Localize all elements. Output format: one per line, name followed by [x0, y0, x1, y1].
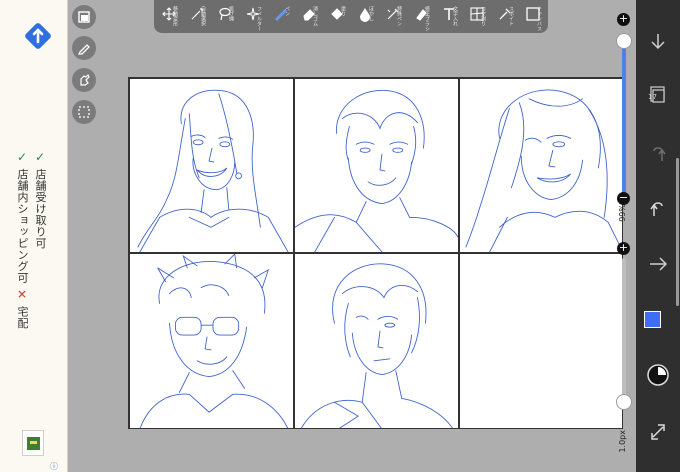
tool-text-button[interactable]: 文字入れ: [440, 2, 458, 32]
sidebar-scrollbar[interactable]: [676, 158, 679, 306]
redo-icon: [653, 147, 666, 161]
checkmark-icon: ✓: [33, 150, 47, 165]
size-plus-button[interactable]: +: [617, 242, 630, 255]
tool-label: コマ割り: [480, 6, 486, 26]
tool-fill-button[interactable]: 塗り: [328, 2, 346, 32]
dashed-selection-icon: [78, 106, 90, 118]
ad-feature-text: 店舗内ショッピング可: [16, 168, 29, 284]
opacity-slider-knob[interactable]: [616, 33, 632, 49]
ad-product-thumbnail[interactable]: [22, 430, 44, 456]
size-slider-track[interactable]: [622, 258, 626, 404]
undo-button[interactable]: [644, 195, 672, 223]
ad-choices-button[interactable]: ⓘ ✕: [50, 461, 67, 472]
tool-label: フィルター: [256, 6, 262, 31]
tool-label: キャンバス: [536, 6, 542, 31]
forward-button[interactable]: [644, 250, 672, 278]
save-down-button[interactable]: [644, 27, 672, 55]
undo-icon: [650, 202, 663, 216]
tool-frame-button[interactable]: コマ割り: [468, 2, 486, 32]
comic-panel-1[interactable]: [129, 78, 294, 253]
arrow-right-icon: [650, 257, 668, 271]
right-sidebar: [636, 0, 680, 472]
tool-label: スポイト: [508, 6, 514, 26]
opacity-minus-button[interactable]: −: [617, 192, 630, 205]
transform-rotate-button[interactable]: [644, 418, 672, 446]
layer-view-button[interactable]: [72, 5, 96, 29]
comic-panel-3[interactable]: [459, 78, 622, 253]
rotate-icon: [651, 424, 665, 440]
selection-button[interactable]: [72, 100, 96, 124]
hand-icon: [80, 73, 90, 86]
tool-label: 自動選択: [200, 6, 206, 26]
history-count-text: 17: [648, 93, 657, 101]
tool-label: 投げ縄: [228, 6, 234, 21]
color-wheel-icon: [647, 364, 669, 386]
comic-panel-4[interactable]: [129, 253, 294, 428]
tool-label: 文字入れ: [452, 6, 458, 26]
image-layer-icon: [78, 11, 90, 23]
tool-lasso-button[interactable]: 投げ縄: [216, 2, 234, 32]
ad-banner[interactable]: ✓ 店舗受け取り可 ✓ 店舗内ショッピング可 ✕ 宅配 ⓘ ✕: [0, 0, 68, 472]
ad-feature-line-2: ✓ 店舗内ショッピング可 ✕ 宅配: [14, 150, 30, 329]
sketch-glasses-man: [139, 254, 289, 428]
tool-blur-button[interactable]: ぼかし: [356, 2, 374, 32]
sketch-long-hair-grin: [465, 89, 622, 252]
tool-dropper-button[interactable]: スポイト: [496, 2, 514, 32]
size-slider-knob[interactable]: [616, 394, 632, 410]
sketch-man-smirk: [295, 89, 458, 252]
comic-panel-5[interactable]: [294, 253, 459, 428]
opacity-plus-button[interactable]: +: [617, 13, 630, 26]
comic-panel-2[interactable]: [294, 78, 459, 253]
sketch-short-hair-man: [301, 263, 453, 428]
ad-feature-text: 宅配: [16, 306, 29, 329]
tool-move-button[interactable]: 移動変形: [160, 2, 178, 32]
tool-special-pen-button[interactable]: 特殊ペン: [384, 2, 402, 32]
arrow-down-icon: [651, 34, 665, 50]
tool-filter-button[interactable]: フィルター: [244, 2, 262, 32]
tool-label: ペン: [284, 6, 290, 16]
tool-edit-brush-button[interactable]: 修正ブラシ: [412, 2, 430, 32]
cross-icon: ✕: [15, 287, 29, 303]
checkmark-icon: ✓: [15, 150, 29, 165]
tool-canvas-button[interactable]: キャンバス: [524, 2, 542, 32]
drawing-canvas[interactable]: [128, 77, 623, 429]
size-readout: 1.0px: [618, 430, 627, 453]
tool-label: 特殊ペン: [396, 6, 402, 26]
brush-preview[interactable]: [644, 361, 672, 389]
tool-auto-select-button[interactable]: 自動選択: [188, 2, 206, 32]
tool-label: 塗り: [340, 6, 346, 16]
tool-label: 修正ブラシ: [424, 6, 430, 31]
opacity-readout: 99%: [618, 204, 627, 222]
history-count-badge: 17: [645, 88, 660, 103]
ad-feature-line-1: ✓ 店舗受け取り可: [32, 150, 48, 249]
brand-logo-icon[interactable]: [24, 22, 52, 50]
tool-label: ぼかし: [368, 6, 374, 21]
pen-settings-button[interactable]: [72, 36, 96, 60]
hand-tool-button[interactable]: [72, 68, 96, 92]
tool-label: 移動変形: [172, 6, 178, 26]
tool-pen-button[interactable]: ペン: [272, 2, 290, 32]
redo-button[interactable]: [644, 140, 672, 168]
current-color-swatch[interactable]: [644, 311, 661, 328]
tool-label: 消しゴム: [312, 6, 318, 26]
tool-eraser-button[interactable]: 消しゴム: [300, 2, 318, 32]
tool-toolbar: 移動変形 自動選択 投げ縄 フィルター ペン 消しゴム 塗り ぼかし 特殊ペン 修正ブラシ 文字入れ…: [154, 0, 548, 33]
sketch-woman-smiling: [137, 89, 289, 252]
ad-feature-text: 店舗受け取り可: [34, 168, 47, 250]
opacity-slider-fill: [622, 41, 626, 198]
comic-panel-6-empty[interactable]: [459, 253, 622, 428]
pencil-icon: [77, 44, 90, 55]
